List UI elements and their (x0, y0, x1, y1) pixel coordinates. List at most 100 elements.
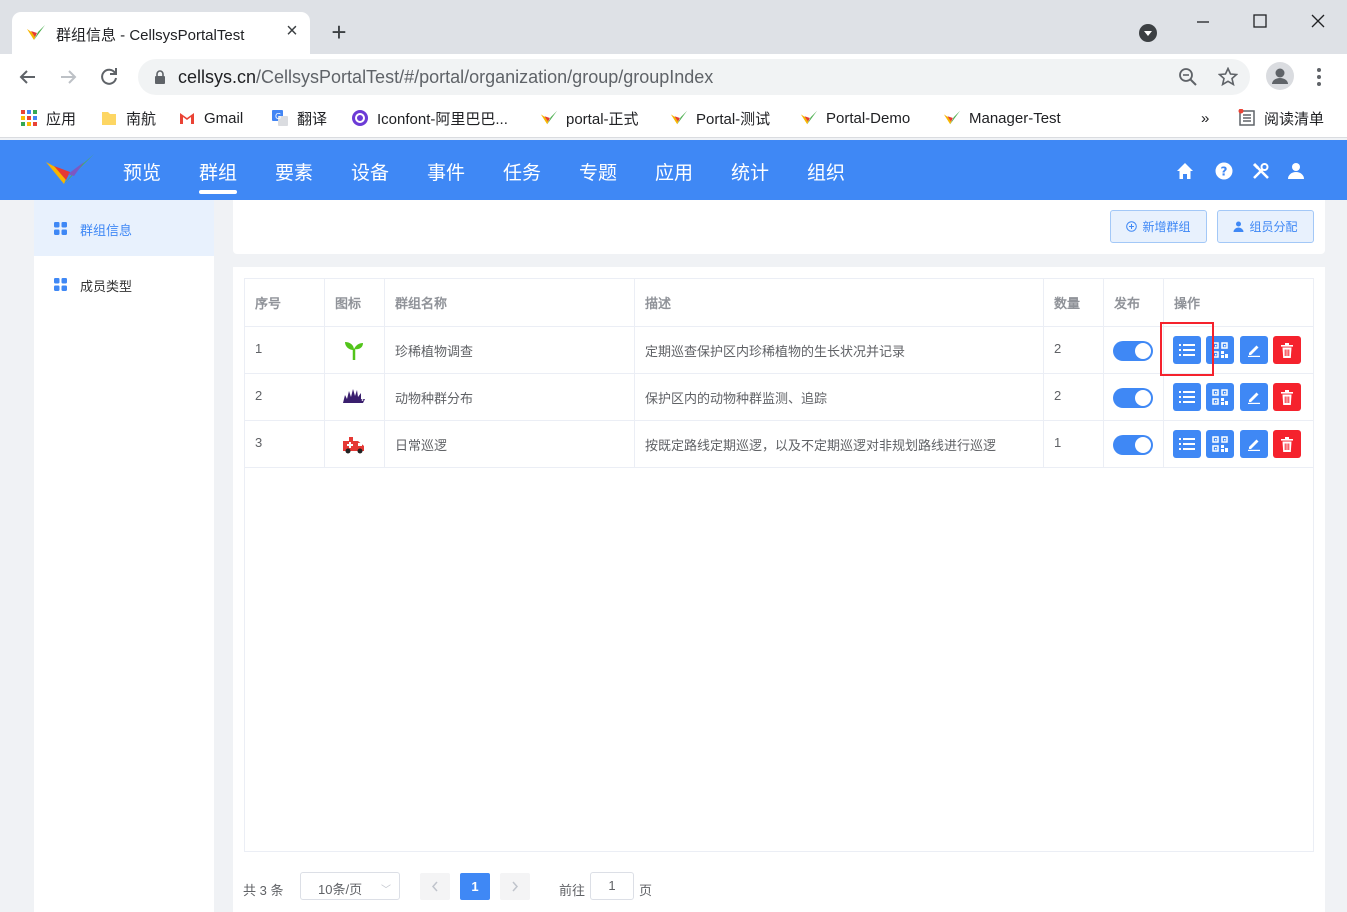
nav-item-devices[interactable]: 设备 (351, 158, 389, 185)
bookmark-nanhang[interactable]: 南航 (100, 108, 156, 128)
cell-index: 3 (245, 421, 325, 468)
column-header-name: 群组名称 (385, 279, 635, 327)
bookmark-gmail[interactable]: Gmail (178, 108, 243, 128)
edit-button[interactable] (1240, 336, 1268, 364)
iconfont-icon (352, 110, 368, 126)
bookmark-apps[interactable]: 应用 (20, 108, 76, 128)
bookmark-manager-test[interactable]: Manager-Test (943, 108, 1061, 128)
cell-desc: 定期巡查保护区内珍稀植物的生长状况并记录 (635, 327, 1044, 374)
cell-actions (1164, 374, 1314, 421)
next-page-button[interactable] (500, 873, 530, 900)
home-icon[interactable] (1176, 162, 1194, 180)
group-table: 序号 图标 群组名称 描述 数量 发布 操作 1 珍稀植物调查 定期巡查保护区内… (244, 278, 1314, 852)
page-size-select[interactable]: 10条/页 ﹀ (300, 872, 400, 900)
edit-button[interactable] (1240, 430, 1268, 458)
page-size-value: 10条/页 (318, 882, 363, 897)
browser-toolbar: cellsys.cn/CellsysPortalTest/#/portal/or… (0, 54, 1347, 100)
chevron-right-icon (512, 881, 519, 892)
view-list-button[interactable] (1173, 430, 1201, 458)
cellsys-logo-icon (540, 110, 558, 125)
more-bookmarks-button[interactable]: » (1201, 108, 1209, 128)
publish-toggle[interactable] (1113, 388, 1153, 408)
svg-text:G: G (275, 112, 281, 121)
delete-button[interactable] (1273, 336, 1301, 364)
page-button-current[interactable]: 1 (460, 873, 490, 900)
hedgehog-icon (343, 389, 365, 403)
gmail-icon (180, 113, 194, 124)
add-group-button[interactable]: 新增群组 (1110, 210, 1207, 243)
cell-actions (1164, 421, 1314, 468)
bookmark-iconfont[interactable]: Iconfont-阿里巴巴... (351, 108, 508, 128)
new-tab-button[interactable]: + (326, 19, 352, 46)
zoom-icon[interactable] (1178, 67, 1198, 87)
reading-list-label: 阅读清单 (1264, 110, 1325, 128)
assign-members-button[interactable]: 组员分配 (1217, 210, 1314, 243)
bookmark-portal-test[interactable]: Portal-测试 (670, 108, 770, 128)
reload-icon[interactable] (96, 64, 122, 90)
menu-kebab-icon[interactable] (1306, 64, 1332, 90)
bookmark-portal-prod[interactable]: portal-正式 (540, 108, 639, 128)
user-icon[interactable] (1287, 162, 1305, 180)
nav-item-preview[interactable]: 预览 (123, 158, 161, 185)
goto-page-input[interactable]: 1 (590, 872, 634, 900)
cell-publish (1104, 327, 1164, 374)
more-bookmarks-label: » (1201, 109, 1210, 127)
column-header-index: 序号 (245, 279, 325, 327)
nav-item-tasks[interactable]: 任务 (503, 158, 541, 185)
add-group-label: 新增群组 (1142, 220, 1191, 234)
cell-index: 1 (245, 327, 325, 374)
sidebar-item-label: 成员类型 (80, 279, 133, 294)
user-icon (1233, 221, 1244, 232)
bookmark-portal-demo[interactable]: Portal-Demo (800, 108, 910, 128)
app-header: 预览 群组 要素 设备 事件 任务 专题 应用 统计 组织 ? (0, 140, 1347, 200)
lock-icon (155, 70, 165, 84)
cell-icon (325, 374, 385, 421)
bookmark-label: 应用 (46, 110, 77, 128)
cell-name: 日常巡逻 (385, 421, 635, 468)
bookmark-label: Gmail (204, 109, 244, 127)
reading-list-button[interactable]: 阅读清单 (1238, 108, 1324, 128)
nav-item-topics[interactable]: 专题 (579, 158, 617, 185)
qrcode-icon (1212, 389, 1228, 405)
nav-item-apps[interactable]: 应用 (655, 158, 693, 185)
address-bar[interactable]: cellsys.cn/CellsysPortalTest/#/portal/or… (138, 59, 1250, 95)
assign-members-label: 组员分配 (1249, 220, 1298, 234)
browser-tab[interactable]: 群组信息 - CellsysPortalTest × (12, 12, 310, 54)
qrcode-icon (1212, 342, 1228, 358)
minimize-icon[interactable] (1188, 8, 1218, 36)
publish-toggle[interactable] (1113, 435, 1153, 455)
nav-item-org[interactable]: 组织 (807, 158, 845, 185)
qrcode-button[interactable] (1206, 430, 1234, 458)
bookmark-label: Iconfont-阿里巴巴... (377, 110, 508, 128)
edit-button[interactable] (1240, 383, 1268, 411)
delete-button[interactable] (1273, 430, 1301, 458)
bookmark-label: Manager-Test (969, 109, 1061, 127)
prev-page-button[interactable] (420, 873, 450, 900)
view-list-button[interactable] (1173, 383, 1201, 411)
tab-close-icon[interactable]: × (282, 21, 302, 41)
sidebar-item-group-info[interactable]: 群组信息 (34, 200, 214, 256)
qrcode-button[interactable] (1206, 383, 1234, 411)
sidebar-item-member-types[interactable]: 成员类型 (34, 256, 214, 312)
app-logo-icon[interactable] (44, 152, 96, 190)
nav-item-group[interactable]: 群组 (199, 158, 237, 185)
forward-arrow-icon[interactable] (55, 64, 81, 90)
profile-avatar-icon[interactable] (1266, 62, 1294, 90)
nav-item-elements[interactable]: 要素 (275, 158, 313, 185)
tab-search-icon[interactable] (1139, 24, 1157, 42)
nav-item-events[interactable]: 事件 (427, 158, 465, 185)
close-window-icon[interactable] (1303, 8, 1333, 36)
cell-index: 2 (245, 374, 325, 421)
bookmark-star-icon[interactable] (1218, 67, 1238, 87)
delete-button[interactable] (1273, 383, 1301, 411)
trash-icon (1281, 389, 1293, 405)
publish-toggle[interactable] (1113, 341, 1153, 361)
back-arrow-icon[interactable] (15, 64, 41, 90)
folder-icon (102, 112, 116, 125)
tools-icon[interactable] (1252, 162, 1270, 180)
help-icon[interactable]: ? (1215, 162, 1233, 180)
maximize-icon[interactable] (1245, 8, 1275, 36)
nav-item-stats[interactable]: 统计 (731, 158, 769, 185)
url-text[interactable]: cellsys.cn/CellsysPortalTest/#/portal/or… (178, 67, 713, 88)
bookmark-translate[interactable]: G 翻译 (271, 108, 327, 128)
